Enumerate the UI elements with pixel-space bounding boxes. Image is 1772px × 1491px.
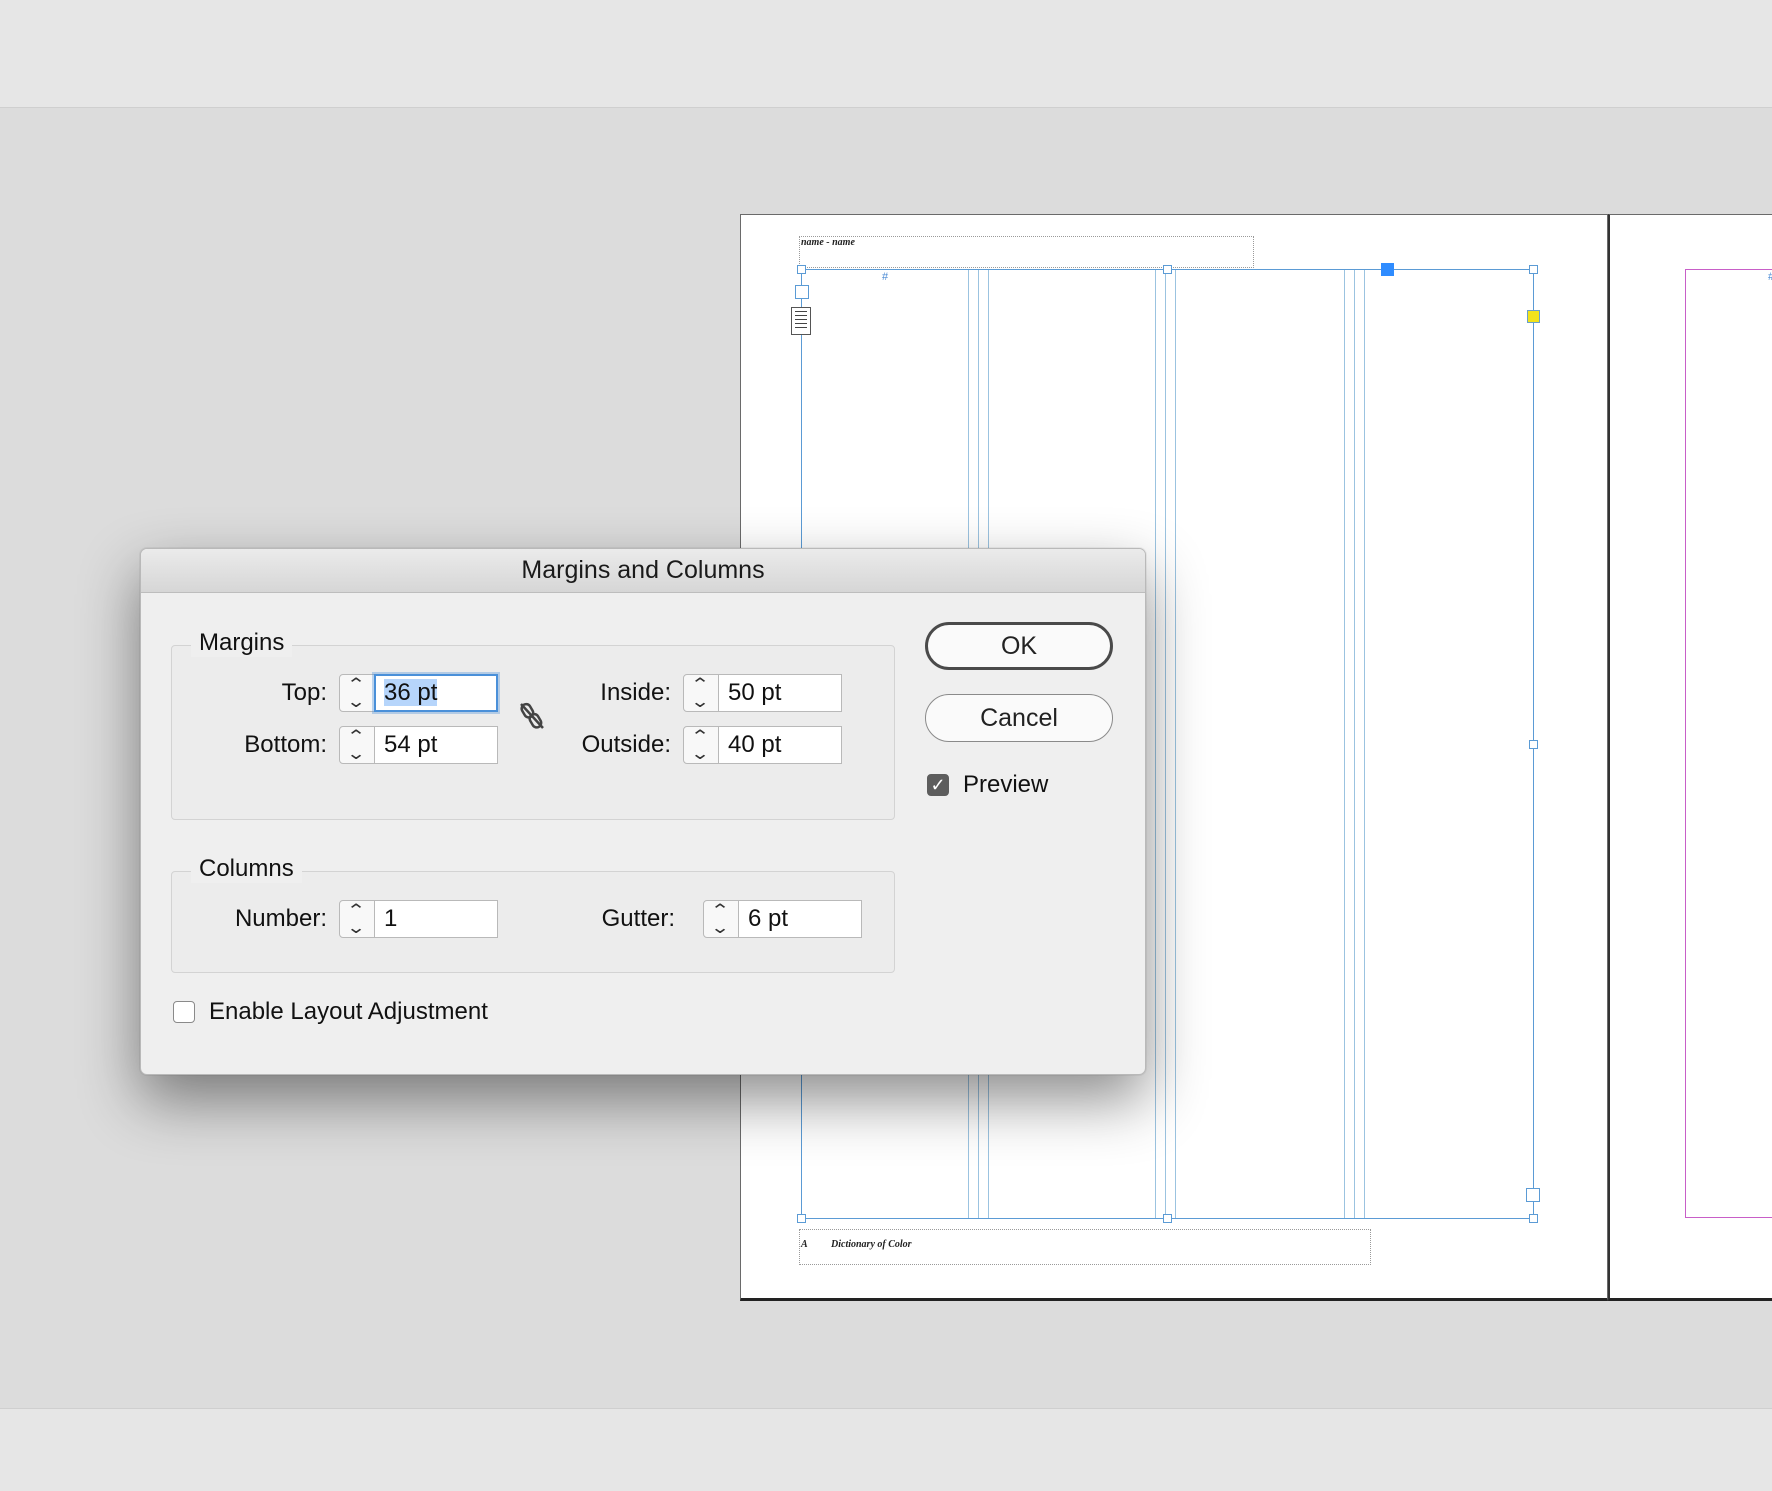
bottom-stepper[interactable]: ⌃ ⌄ <box>339 726 375 764</box>
running-foot-title: Dictionary of Color <box>831 1239 912 1250</box>
number-label: Number: <box>234 905 327 932</box>
column-guide <box>1354 269 1355 1218</box>
bottom-label: Bottom: <box>244 731 327 758</box>
running-head-text: name - name <box>801 237 855 248</box>
gutter-field[interactable]: 6 pt <box>738 900 862 938</box>
columns-legend: Columns <box>191 855 302 883</box>
top-margin-field[interactable]: 36 pt <box>374 674 498 712</box>
column-guide <box>1175 269 1176 1218</box>
resize-handle-right-middle[interactable] <box>1529 740 1538 749</box>
column-number-field[interactable]: 1 <box>374 900 498 938</box>
inside-margin-field[interactable]: 50 pt <box>718 674 842 712</box>
number-stepper[interactable]: ⌃ ⌄ <box>339 900 375 938</box>
chevron-down-icon[interactable]: ⌄ <box>346 919 366 936</box>
margins-and-columns-dialog: Margins and Columns Margins Top: ⌃ ⌄ 36 … <box>140 548 1146 1075</box>
corner-options-handle[interactable] <box>1527 310 1540 323</box>
column-guide <box>1344 269 1345 1218</box>
text-thread-icon[interactable] <box>791 307 811 335</box>
inside-label: Inside: <box>600 679 671 706</box>
column-guide <box>1155 269 1156 1218</box>
preview-checkbox[interactable]: ✓ <box>927 774 949 796</box>
preview-label[interactable]: Preview <box>963 771 1048 799</box>
resize-handle-top-right[interactable] <box>1529 265 1538 274</box>
top-margin-value: 36 pt <box>384 679 438 706</box>
top-stepper[interactable]: ⌃ ⌄ <box>339 674 375 712</box>
app-top-bar <box>0 0 1772 108</box>
gutter-stepper[interactable]: ⌃ ⌄ <box>703 900 739 938</box>
chevron-up-icon[interactable]: ⌃ <box>346 902 366 919</box>
resize-handle-top-middle[interactable] <box>1163 265 1172 274</box>
chevron-down-icon[interactable]: ⌄ <box>690 745 710 762</box>
cancel-button[interactable]: Cancel <box>925 694 1113 742</box>
out-port-handle[interactable] <box>1526 1188 1540 1202</box>
frame-handle-selected[interactable] <box>1381 263 1394 276</box>
margins-legend: Margins <box>191 629 293 657</box>
outside-margin-field[interactable]: 40 pt <box>718 726 842 764</box>
chevron-up-icon[interactable]: ⌃ <box>690 676 710 693</box>
dialog-title[interactable]: Margins and Columns <box>141 549 1145 593</box>
chevron-down-icon[interactable]: ⌄ <box>346 745 366 762</box>
outside-label: Outside: <box>581 731 671 758</box>
chevron-down-icon[interactable]: ⌄ <box>690 693 710 710</box>
bottom-margin-field[interactable]: 54 pt <box>374 726 498 764</box>
chevron-up-icon[interactable]: ⌃ <box>710 902 730 919</box>
chevron-up-icon[interactable]: ⌃ <box>690 728 710 745</box>
top-label: Top: <box>281 679 327 706</box>
column-guide <box>1364 269 1365 1218</box>
chevron-up-icon[interactable]: ⌃ <box>346 676 366 693</box>
resize-handle-top-left[interactable] <box>797 265 806 274</box>
column-guide <box>1165 269 1166 1218</box>
chevron-up-icon[interactable]: ⌃ <box>346 728 366 745</box>
enable-layout-adjustment-checkbox[interactable] <box>173 1001 195 1023</box>
running-head-frame[interactable] <box>799 236 1254 268</box>
resize-handle-bottom-left[interactable] <box>797 1214 806 1223</box>
page-number-marker: # <box>1768 271 1772 283</box>
inside-stepper[interactable]: ⌃ ⌄ <box>683 674 719 712</box>
running-foot-a: A <box>801 1239 808 1250</box>
in-port-handle[interactable] <box>795 285 809 299</box>
enable-layout-adjustment-label[interactable]: Enable Layout Adjustment <box>209 998 488 1026</box>
chevron-down-icon[interactable]: ⌄ <box>346 693 366 710</box>
app-bottom-bar <box>0 1408 1772 1491</box>
document-page-right[interactable]: # <box>1608 214 1772 1301</box>
margin-guide <box>1685 269 1772 1218</box>
page-number-marker: # <box>882 271 889 283</box>
chevron-down-icon[interactable]: ⌄ <box>710 919 730 936</box>
gutter-label: Gutter: <box>601 905 675 932</box>
outside-stepper[interactable]: ⌃ ⌄ <box>683 726 719 764</box>
resize-handle-bottom-right[interactable] <box>1529 1214 1538 1223</box>
ok-button[interactable]: OK <box>925 622 1113 670</box>
resize-handle-bottom-middle[interactable] <box>1163 1214 1172 1223</box>
